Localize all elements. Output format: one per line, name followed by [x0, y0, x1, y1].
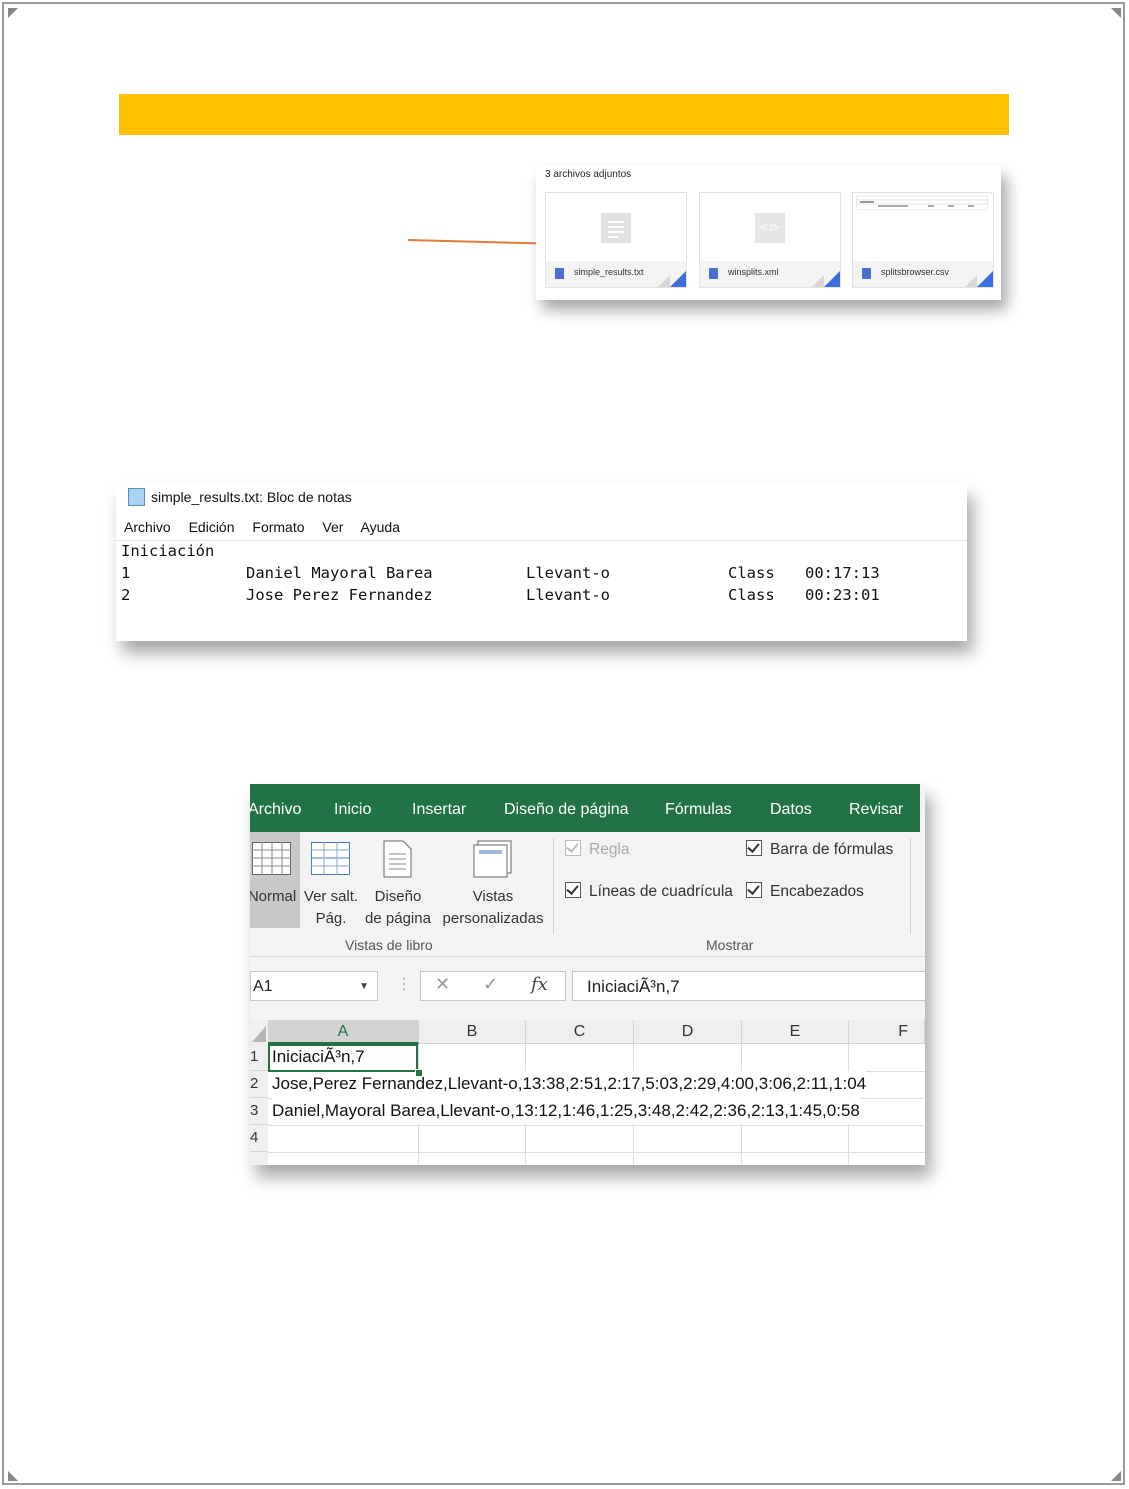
corner-mark [8, 8, 18, 18]
cell-a2[interactable]: Jose,Perez Fernandez,Llevant-o,13:38,2:5… [272, 1071, 867, 1097]
cell-a3[interactable]: Daniel,Mayoral Barea,Llevant-o,13:12,1:4… [272, 1098, 860, 1124]
row-header-3[interactable]: 3 [250, 1098, 268, 1125]
column-header-f[interactable]: F [849, 1020, 925, 1044]
view-custom-label[interactable]: Vistas personalizadas [438, 886, 548, 930]
result-class: Class [728, 564, 775, 582]
view-page-break-label[interactable]: Ver salt. Pág. [300, 886, 362, 930]
grid-view-icon [252, 842, 291, 875]
menu-ayuda[interactable]: Ayuda [361, 519, 400, 535]
excel-window: Archivo Inicio Insertar Diseño de página… [250, 784, 925, 1165]
tab-revisar[interactable]: Revisar [849, 801, 903, 819]
attachments-panel: 3 archivos adjuntos simple_results.txt <… [536, 166, 1001, 300]
row-header-2[interactable]: 2 [250, 1071, 268, 1098]
corner-mark [1111, 8, 1121, 18]
custom-views-icon [473, 840, 512, 878]
column-header-c[interactable]: C [526, 1020, 634, 1044]
formula-buttons: ✕ ✓ fx [420, 971, 566, 1001]
cancel-icon[interactable]: ✕ [435, 974, 450, 995]
normal-view-button[interactable]: Normal [250, 832, 300, 928]
tab-insertar[interactable]: Insertar [412, 801, 466, 819]
tab-inicio[interactable]: Inicio [334, 801, 371, 819]
drive-corner-icon [977, 271, 993, 287]
result-club: Llevant-o [526, 586, 610, 604]
result-time: 00:17:13 [805, 564, 880, 582]
text-lines-icon [601, 213, 631, 243]
tab-formulas[interactable]: Fórmulas [665, 801, 732, 819]
notepad-title: simple_results.txt: Bloc de notas [151, 489, 352, 505]
result-pos: 1 [121, 564, 131, 582]
attachment-card-simple-results[interactable]: simple_results.txt [545, 192, 687, 288]
attachment-name: winsplits.xml [728, 267, 779, 277]
attachment-card-winsplits[interactable]: < /> winsplits.xml [699, 192, 841, 288]
formula-input[interactable]: IniciaciÃ³n,7 [572, 971, 925, 1001]
formula-bar-checkbox[interactable]: Barra de fórmulas [746, 838, 893, 859]
view-page-layout-label[interactable]: Diseño de página [362, 886, 434, 930]
result-class: Class [728, 586, 775, 604]
ruler-checkbox[interactable]: Regla [565, 838, 630, 859]
column-header-d[interactable]: D [634, 1020, 742, 1044]
document-icon [709, 268, 718, 279]
select-all-corner[interactable] [250, 1020, 268, 1045]
headings-checkbox[interactable]: Encabezados [746, 880, 864, 901]
ribbon-tabs: Archivo Inicio Insertar Diseño de página… [250, 784, 920, 832]
result-time: 00:23:01 [805, 586, 880, 604]
tab-archivo[interactable]: Archivo [250, 801, 301, 819]
drive-corner-icon [824, 271, 840, 287]
result-club: Llevant-o [526, 564, 610, 582]
notepad-window: simple_results.txt: Bloc de notas Archiv… [116, 484, 967, 641]
row-header-5[interactable] [250, 1152, 268, 1165]
document-icon [862, 268, 871, 279]
drive-corner-icon [670, 271, 686, 287]
menu-ver[interactable]: Ver [322, 519, 343, 535]
row-header-1[interactable]: 1 [250, 1044, 268, 1071]
menu-formato[interactable]: Formato [252, 519, 304, 535]
result-name: Jose Perez Fernandez [246, 586, 433, 604]
document-icon [555, 268, 564, 279]
tab-diseno-pagina[interactable]: Diseño de página [504, 801, 629, 819]
column-header-e[interactable]: E [742, 1020, 849, 1044]
notepad-text-area[interactable]: Iniciación 1 Daniel Mayoral Barea Llevan… [121, 540, 941, 606]
fill-handle[interactable] [415, 1069, 423, 1077]
column-header-b[interactable]: B [419, 1020, 526, 1044]
attachment-name: splitsbrowser.csv [881, 267, 950, 277]
result-name: Daniel Mayoral Barea [246, 564, 433, 582]
worksheet-grid[interactable]: A B C D E F 1 2 3 4 IniciaciÃ³n,7 Jose,P… [250, 1020, 925, 1165]
page-layout-icon [383, 840, 412, 878]
drag-dots-icon: ⋮ [396, 976, 412, 993]
corner-mark [8, 1471, 18, 1481]
group-vistas-libro: Vistas de libro [345, 937, 433, 953]
row-header-4[interactable]: 4 [250, 1125, 268, 1152]
enter-icon[interactable]: ✓ [483, 974, 498, 995]
spreadsheet-preview [856, 196, 988, 210]
menu-archivo[interactable]: Archivo [124, 519, 171, 535]
attachment-card-splitsbrowser[interactable]: splitsbrowser.csv [852, 192, 994, 288]
column-header-a[interactable]: A [268, 1020, 419, 1044]
corner-mark [1111, 1471, 1121, 1481]
attachment-name: simple_results.txt [574, 267, 644, 277]
view-normal-label: Normal [250, 888, 297, 905]
ribbon: Normal Ver salt. Pág. Diseño de página Vis… [250, 832, 925, 957]
gridlines-checkbox[interactable]: Líneas de cuadrícula [565, 880, 733, 901]
group-mostrar: Mostrar [706, 937, 754, 953]
function-icon[interactable]: fx [531, 974, 548, 995]
result-pos: 2 [121, 586, 131, 604]
notepad-icon [128, 488, 145, 506]
formula-bar: A1 ▼ ⋮ ✕ ✓ fx IniciaciÃ³n,7 [250, 968, 925, 1004]
chevron-down-icon: ▼ [359, 981, 369, 992]
code-icon: < /> [755, 213, 785, 243]
tab-datos[interactable]: Datos [770, 801, 812, 819]
name-box[interactable]: A1 ▼ [250, 971, 378, 1001]
menu-edicion[interactable]: Edición [189, 519, 235, 535]
active-cell-border [268, 1044, 418, 1072]
header-banner [119, 94, 1009, 135]
notepad-heading: Iniciación [121, 542, 215, 560]
page-break-icon [311, 842, 350, 875]
attachments-title: 3 archivos adjuntos [545, 169, 632, 180]
notepad-menu: Archivo Edición Formato Ver Ayuda [124, 519, 414, 535]
